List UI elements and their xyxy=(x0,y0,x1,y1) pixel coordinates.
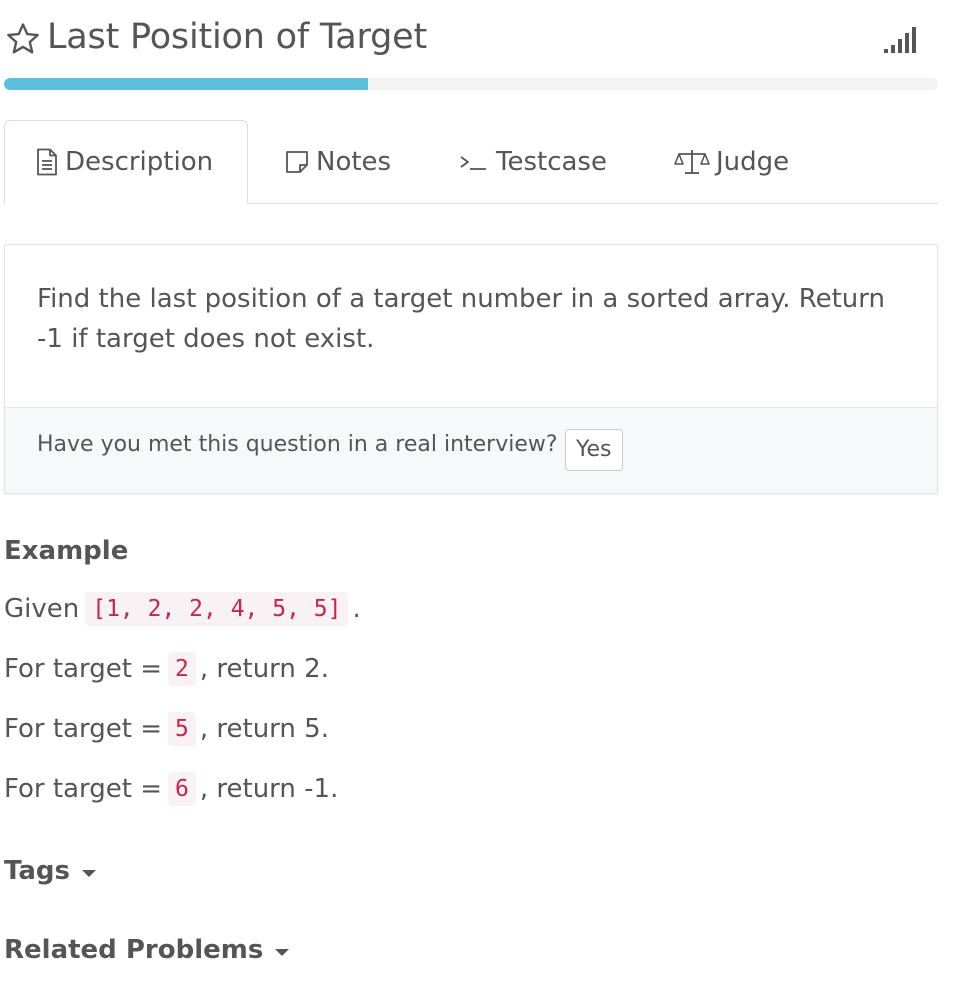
given-prefix: Given xyxy=(4,594,80,624)
example-result: , return 2. xyxy=(199,654,329,684)
tab-judge[interactable]: Judge xyxy=(674,120,789,204)
example-line: For target = 2 , return 2. xyxy=(4,652,329,686)
example-line: For target = 6 , return -1. xyxy=(4,772,338,806)
tab-label: Notes xyxy=(316,147,392,177)
tab-bar: Description Notes Testcase Judge xyxy=(4,120,938,204)
document-icon xyxy=(37,148,57,176)
target-code: 6 xyxy=(168,772,196,806)
interview-feedback-bar: Have you met this question in a real int… xyxy=(5,407,937,493)
example-line: For target = 5 , return 5. xyxy=(4,712,329,746)
target-code: 2 xyxy=(168,652,196,686)
tab-label: Judge xyxy=(716,147,790,177)
given-suffix: . xyxy=(352,594,361,624)
caret-down-icon xyxy=(275,948,290,956)
scale-icon xyxy=(674,150,710,174)
progress-fill xyxy=(4,78,369,90)
interview-question: Have you met this question in a real int… xyxy=(37,432,558,457)
given-array-code: [1, 2, 2, 4, 5, 5] xyxy=(85,592,349,626)
tab-testcase[interactable]: Testcase xyxy=(458,120,607,204)
tab-description[interactable]: Description xyxy=(4,120,248,204)
example-heading: Example xyxy=(4,536,129,566)
tags-toggle[interactable]: Tags xyxy=(4,856,97,886)
related-problems-label: Related Problems xyxy=(4,935,264,965)
description-card: Find the last position of a target numbe… xyxy=(4,244,938,494)
yes-button[interactable]: Yes xyxy=(565,429,623,471)
example-given-line: Given [1, 2, 2, 4, 5, 5] . xyxy=(4,592,361,626)
tags-label: Tags xyxy=(4,856,71,886)
example-prefix: For target = xyxy=(4,654,162,684)
tab-notes[interactable]: Notes xyxy=(284,120,391,204)
example-result: , return 5. xyxy=(199,714,329,744)
example-result: , return -1. xyxy=(199,774,339,804)
target-code: 5 xyxy=(168,712,196,746)
signal-bars-icon xyxy=(884,27,916,53)
related-problems-toggle[interactable]: Related Problems xyxy=(4,935,290,965)
example-prefix: For target = xyxy=(4,774,162,804)
page-title: Last Position of Target xyxy=(47,17,427,57)
terminal-icon xyxy=(460,156,486,170)
caret-down-icon xyxy=(82,869,97,877)
problem-description: Find the last position of a target numbe… xyxy=(37,284,885,354)
tab-label: Testcase xyxy=(496,147,607,177)
tab-label: Description xyxy=(65,147,214,177)
title-row: Last Position of Target xyxy=(4,14,938,64)
star-outline-icon[interactable] xyxy=(4,20,42,58)
note-icon xyxy=(286,151,308,173)
example-prefix: For target = xyxy=(4,714,162,744)
progress-bar xyxy=(4,78,938,90)
